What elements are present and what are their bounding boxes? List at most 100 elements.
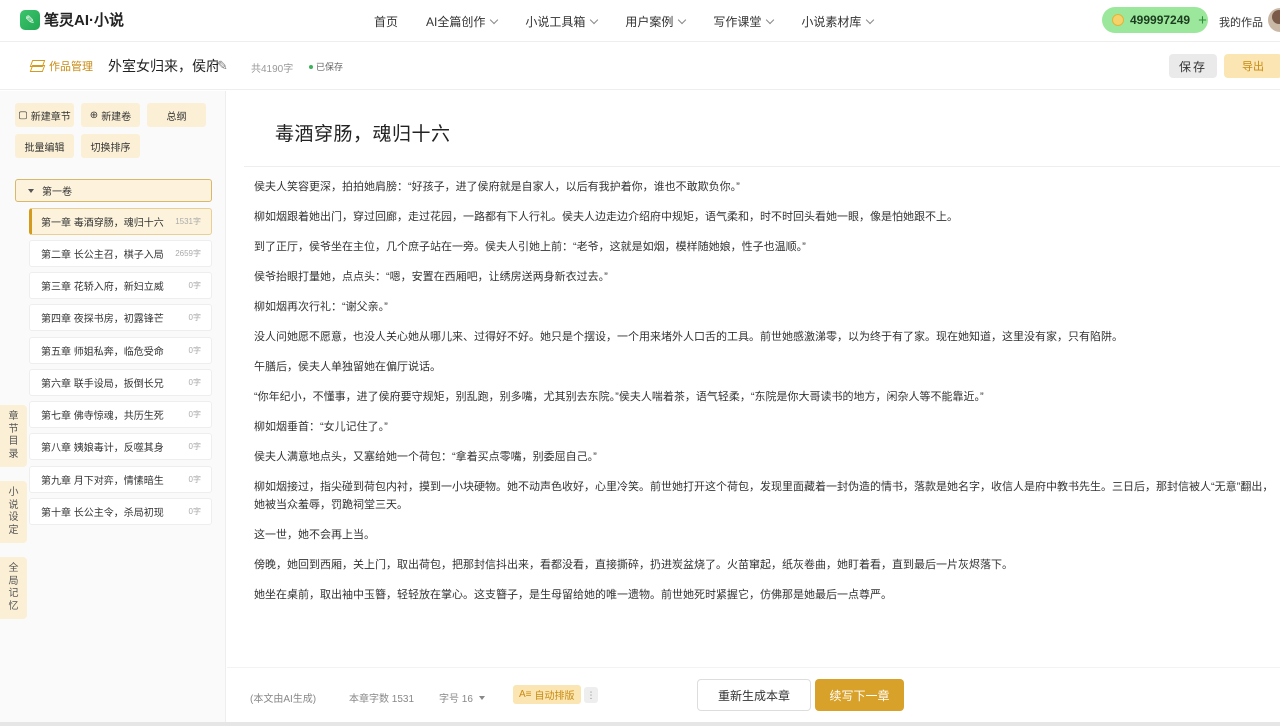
paragraph: 柳如烟接过，指尖碰到荷包内衬，摸到一小块硬物。她不动声色收好，心里冷笑。前世她打… [254,481,1274,511]
side-tab-char: 小 [8,487,19,498]
chapter-item[interactable]: 第八章 姨娘毒计，反噬其身 0字 [29,433,212,460]
coin-icon [1112,14,1124,26]
nav-item-ai-full[interactable]: AI全篇创作 [426,13,499,30]
chapter-item[interactable]: 第四章 夜探书房，初露锋芒 0字 [29,304,212,331]
side-tab-char: 记 [8,588,19,599]
chapter-item[interactable]: 第三章 花轿入府，新妇立威 0字 [29,272,212,299]
new-chapter-button[interactable]: ▢ 新建章节 [15,103,74,127]
tab-novel-settings[interactable]: 小说设定 [0,481,27,543]
save-button[interactable]: 保存 [1169,54,1217,78]
chevron-down-icon [866,15,875,25]
credits-badge[interactable]: 499997249 + [1102,7,1208,33]
nav-item-cases[interactable]: 用户案例 [625,13,687,30]
add-credits-icon[interactable]: + [1198,13,1207,28]
chapter-item[interactable]: 第二章 长公主召，棋子入局 2659字 [29,240,212,267]
side-tab-char: 录 [8,448,19,460]
chapter-title: 第九章 月下对弈，情愫暗生 [41,476,164,487]
new-volume-button[interactable]: ⊕ 新建卷 [81,103,140,127]
nav-item-label: 小说工具箱 [525,15,586,29]
chapter-item[interactable]: 第六章 联手设局，扳倒长兄 0字 [29,369,212,396]
format-icon: A≡ [519,689,532,700]
chapter-title: 第五章 师姐私奔，临危受命 [41,347,164,358]
tab-chapter-directory[interactable]: 章节目录 [0,405,27,467]
side-tab-char: 局 [8,575,19,587]
logo[interactable]: ✎ 笔灵AI·小说 [20,9,124,30]
chapter-word-count: 0字 [188,410,201,419]
side-tab-char: 目 [8,436,19,447]
chapter-title: 第二章 长公主召，棋子入局 [41,250,164,261]
nav-item-classroom[interactable]: 写作课堂 [713,13,775,30]
side-tab-char: 说 [8,499,19,511]
nav-item-materials[interactable]: 小说素材库 [801,13,875,30]
works-management-button[interactable]: 作品管理 [30,58,93,74]
total-word-count: 共4190字 [251,64,294,75]
chapter-item[interactable]: 第十章 长公主令，杀局初现 0字 [29,498,212,525]
chapter-title: 第七章 佛寺惊魂，共历生死 [41,411,164,422]
chapter-word-count: 0字 [188,346,201,355]
edit-icon[interactable]: ✎ [217,58,228,74]
outline-button[interactable]: 总纲 [147,103,206,127]
paragraph: 傍晚，她回到西厢，关上门，取出荷包，把那封信抖出来，看都没看，直接撕碎，扔进炭盆… [254,559,1013,571]
chapter-word-count-status: 本章字数 1531 [349,694,415,705]
chapter-word-count: 0字 [188,378,201,387]
paragraph: 侯夫人满意地点头，又塞给她一个荷包：“拿着买点零嘴，别委屈自己。” [254,451,597,463]
tab-global-memory[interactable]: 全局记忆 [0,557,27,619]
side-tab-char: 定 [8,524,19,536]
export-button[interactable]: 导出 [1224,54,1280,78]
chapter-title: 第六章 联手设局，扳倒长兄 [41,379,164,390]
title-divider [244,166,1280,167]
auto-layout-button[interactable]: A≡ 自动排版 [513,685,581,704]
paragraph: 侯爷抬眼打量她，点点头：“嗯，安置在西厢吧，让绣房送两身新衣过去。” [254,271,608,283]
nav-item-label: 写作课堂 [713,15,762,29]
chapter-content-editor[interactable]: 侯夫人笑容更深，拍拍她肩膀：“好孩子，进了侯府就是自家人，以后有我护着你，谁也不… [254,172,1276,667]
works-management-label: 作品管理 [49,61,93,73]
more-options-icon[interactable]: ⋮ [584,687,598,703]
plus-circle-icon: ⊕ [89,109,99,121]
chapter-word-count: 0字 [188,313,201,322]
side-tab-char: 忆 [8,600,19,612]
chapter-item[interactable]: 第五章 师姐私奔，临危受命 0字 [29,337,212,364]
chapter-item[interactable]: 第一章 毒酒穿肠，魂归十六 1531字 [29,208,212,235]
chapter-title-input[interactable]: 毒酒穿肠，魂归十六 [275,119,451,146]
nav-item-label: 用户案例 [625,15,674,29]
chapter-word-count: 2659字 [175,249,201,258]
save-status-text: 已保存 [316,62,344,72]
paragraph: “你年纪小，不懂事，进了侯府要守规矩，别乱跑，别多嘴，尤其别去东院。”侯夫人喘着… [254,391,984,403]
caret-down-icon [28,188,34,193]
chapter-word-count: 0字 [188,475,201,484]
paragraph: 柳如烟跟着她出门，穿过回廊，走过花园，一路都有下人行礼。侯夫人边走边介绍府中规矩… [254,211,958,223]
logo-text: 笔灵AI·小说 [44,12,124,29]
window-bottom-edge [0,722,1280,726]
nav-item-home[interactable]: 首页 [374,13,398,30]
side-tab-char: 全 [8,563,19,574]
new-chapter-icon: ▢ [18,109,28,121]
paragraph: 她坐在桌前，取出袖中玉簪，轻轻放在掌心。这支簪子，是生母留给她的唯一遗物。前世她… [254,589,892,601]
regenerate-chapter-button[interactable]: 重新生成本章 [697,679,811,711]
paragraph: 侯夫人笑容更深，拍拍她肩膀：“好孩子，进了侯府就是自家人，以后有我护着你，谁也不… [254,181,740,193]
avatar[interactable] [1268,8,1280,32]
chevron-down-icon [490,15,499,25]
nav-item-toolbox[interactable]: 小说工具箱 [525,13,599,30]
chapter-title: 第三章 花轿入府，新妇立威 [41,282,164,293]
work-title[interactable]: 外室女归来，侯府扌 [108,56,218,76]
ai-generated-note: (本文由AI生成) [250,694,317,705]
nav-item-label: 小说素材库 [801,15,862,29]
chapter-title: 第四章 夜探书房，初露锋芒 [41,314,164,325]
chapter-item[interactable]: 第七章 佛寺惊魂，共历生死 0字 [29,401,212,428]
chapter-title: 第一章 毒酒穿肠，魂归十六 [41,218,164,229]
volume-header[interactable]: 第一卷 [15,179,212,202]
continue-next-chapter-button[interactable]: 续写下一章 [815,679,904,711]
batch-edit-button[interactable]: 批量编辑 [15,134,74,158]
volume-label: 第一卷 [42,187,72,198]
credits-count: 499997249 [1130,13,1191,27]
chapter-item[interactable]: 第九章 月下对弈，情愫暗生 0字 [29,466,212,493]
chapter-word-count: 1531字 [175,217,201,226]
side-tab-char: 章 [8,411,19,422]
nav-item-label: AI全篇创作 [426,15,486,29]
paragraph: 到了正厅，侯爷坐在主位，几个庶子站在一旁。侯夫人引她上前：“老爷，这就是如烟，模… [254,241,806,253]
font-size-select[interactable]: 字号 16 [439,690,485,705]
my-works-link[interactable]: 我的作品 [1219,14,1263,30]
chapter-title: 第十章 长公主令，杀局初现 [41,508,164,519]
chevron-down-icon [766,15,775,25]
switch-sort-button[interactable]: 切换排序 [81,134,140,158]
